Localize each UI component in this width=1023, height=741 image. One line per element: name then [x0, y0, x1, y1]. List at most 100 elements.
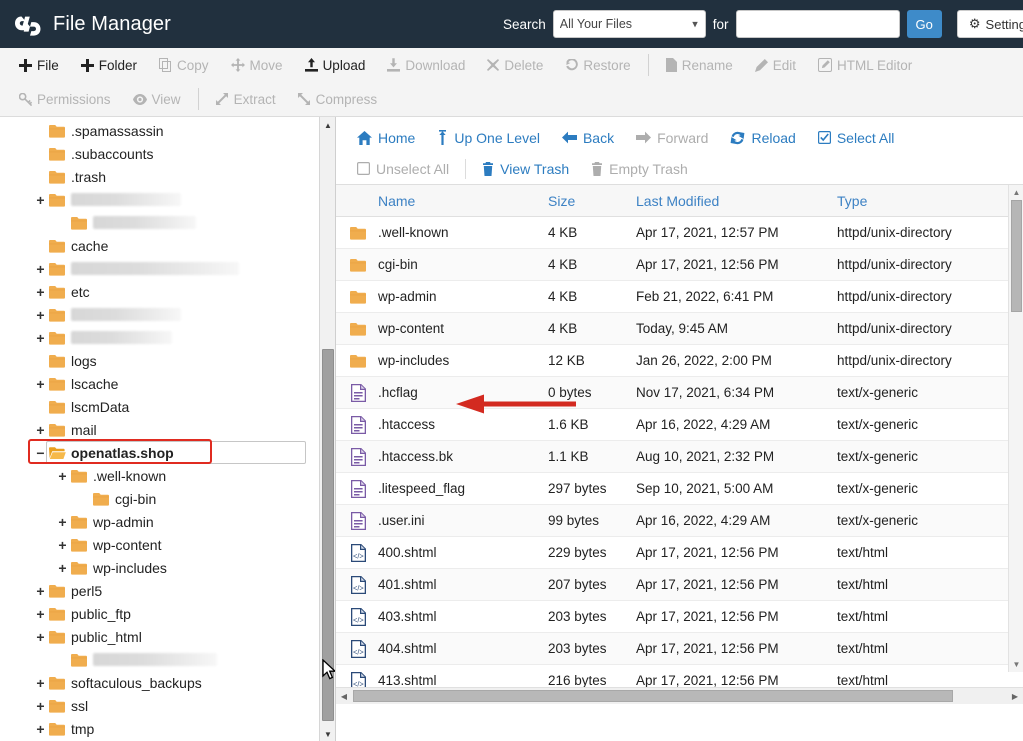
column-header-last-modified[interactable]: Last Modified — [636, 193, 837, 209]
file-name-label[interactable]: wp-content — [378, 321, 444, 336]
expand-plus-icon[interactable]: + — [34, 308, 47, 322]
file-name-label[interactable]: .hcflag — [378, 385, 418, 400]
nav-button-back[interactable]: Back — [551, 130, 625, 146]
scroll-left-icon[interactable]: ◀ — [336, 688, 352, 705]
file-name-label[interactable]: .htaccess.bk — [378, 449, 453, 464]
search-input[interactable] — [736, 10, 900, 38]
toolbar-button-upload[interactable]: Upload — [294, 52, 377, 78]
nav-button-select-all[interactable]: Select All — [807, 130, 906, 146]
tree-item-wp-admin[interactable]: +wp-admin — [0, 510, 319, 533]
expand-plus-icon[interactable]: + — [34, 699, 47, 713]
table-row[interactable]: .htaccess.bk1.1 KBAug 10, 2021, 2:32 PMt… — [336, 441, 1023, 473]
tree-item-mail[interactable]: +mail — [0, 418, 319, 441]
table-row[interactable]: </>400.shtml229 bytesApr 17, 2021, 12:56… — [336, 537, 1023, 569]
table-row[interactable]: </>403.shtml203 bytesApr 17, 2021, 12:56… — [336, 601, 1023, 633]
tree-item-etc[interactable]: +etc — [0, 280, 319, 303]
search-scope-select[interactable]: All Your Files — [553, 10, 706, 38]
expand-plus-icon[interactable]: + — [34, 607, 47, 621]
column-header-size[interactable]: Size — [548, 193, 636, 209]
table-row[interactable]: cgi-bin4 KBApr 17, 2021, 12:56 PMhttpd/u… — [336, 249, 1023, 281]
expand-plus-icon[interactable]: + — [34, 423, 47, 437]
toolbar-button-file[interactable]: File — [8, 52, 70, 78]
tree-item-redacted[interactable]: + — [0, 326, 319, 349]
table-row[interactable]: .hcflag0 bytesNov 17, 2021, 6:34 PMtext/… — [336, 377, 1023, 409]
sidebar-scrollbar[interactable]: ▲ ▼ — [319, 117, 335, 741]
expand-plus-icon[interactable]: + — [34, 377, 47, 391]
file-name-label[interactable]: .litespeed_flag — [378, 481, 465, 496]
table-row[interactable]: .litespeed_flag297 bytesSep 10, 2021, 5:… — [336, 473, 1023, 505]
file-name-label[interactable]: .user.ini — [378, 513, 425, 528]
table-row[interactable]: wp-admin4 KBFeb 21, 2022, 6:41 PMhttpd/u… — [336, 281, 1023, 313]
nav-button-reload[interactable]: Reload — [719, 130, 806, 146]
tree-item-tmp[interactable]: +tmp — [0, 717, 319, 740]
tree-item-openatlas.shop[interactable]: −openatlas.shop — [0, 441, 319, 464]
tree-item-redacted[interactable]: + — [0, 188, 319, 211]
scroll-down-icon[interactable]: ▼ — [320, 726, 336, 741]
expand-plus-icon[interactable]: + — [34, 331, 47, 345]
table-row[interactable]: </>401.shtml207 bytesApr 17, 2021, 12:56… — [336, 569, 1023, 601]
file-list-vertical-scrollbar[interactable]: ▲ ▼ — [1008, 185, 1023, 672]
file-name-label[interactable]: wp-admin — [378, 289, 437, 304]
file-name-label[interactable]: 404.shtml — [378, 641, 437, 656]
vertical-scroll-thumb[interactable] — [1011, 200, 1022, 312]
table-row[interactable]: .well-known4 KBApr 17, 2021, 12:57 PMhtt… — [336, 217, 1023, 249]
search-go-button[interactable]: Go — [907, 10, 942, 38]
scroll-down-icon[interactable]: ▼ — [1009, 657, 1023, 672]
tree-item-.trash[interactable]: .trash — [0, 165, 319, 188]
tree-item-redacted[interactable]: + — [0, 257, 319, 280]
tree-item-lscmData[interactable]: lscmData — [0, 395, 319, 418]
file-name-label[interactable]: wp-includes — [378, 353, 449, 368]
expand-plus-icon[interactable]: + — [34, 584, 47, 598]
tree-item-redacted[interactable] — [0, 648, 319, 671]
tree-item-.well-known[interactable]: +.well-known — [0, 464, 319, 487]
file-list-horizontal-scrollbar[interactable]: ◀ ▶ — [336, 687, 1023, 704]
scroll-up-icon[interactable]: ▲ — [1009, 185, 1023, 200]
file-name-label[interactable]: 413.shtml — [378, 673, 437, 688]
nav-button-up-one-level[interactable]: Up One Level — [426, 130, 551, 146]
collapse-minus-icon[interactable]: − — [34, 446, 47, 460]
table-row[interactable]: .htaccess1.6 KBApr 16, 2022, 4:29 AMtext… — [336, 409, 1023, 441]
horizontal-scroll-thumb[interactable] — [353, 690, 953, 702]
scroll-up-icon[interactable]: ▲ — [320, 117, 336, 134]
tree-item-logs[interactable]: logs — [0, 349, 319, 372]
column-header-type[interactable]: Type — [837, 193, 997, 209]
expand-plus-icon[interactable]: + — [56, 515, 69, 529]
expand-plus-icon[interactable]: + — [56, 469, 69, 483]
tree-item-wp-content[interactable]: +wp-content — [0, 533, 319, 556]
tree-item-perl5[interactable]: +perl5 — [0, 579, 319, 602]
file-name-label[interactable]: .well-known — [378, 225, 449, 240]
tree-item-public_html[interactable]: +public_html — [0, 625, 319, 648]
table-row[interactable]: wp-content4 KBToday, 9:45 AMhttpd/unix-d… — [336, 313, 1023, 345]
nav-button-home[interactable]: Home — [346, 130, 426, 146]
expand-plus-icon[interactable]: + — [34, 193, 47, 207]
file-name-label[interactable]: .htaccess — [378, 417, 435, 432]
file-name-label[interactable]: 401.shtml — [378, 577, 437, 592]
scroll-right-icon[interactable]: ▶ — [1007, 688, 1023, 705]
settings-button[interactable]: ⚙ Settings — [957, 10, 1023, 38]
file-name-label[interactable]: 400.shtml — [378, 545, 437, 560]
file-name-label[interactable]: cgi-bin — [378, 257, 418, 272]
table-row[interactable]: .user.ini99 bytesApr 16, 2022, 4:29 AMte… — [336, 505, 1023, 537]
tree-item-cache[interactable]: cache — [0, 234, 319, 257]
column-header-name[interactable]: Name — [336, 193, 548, 209]
tree-item-softaculous_backups[interactable]: +softaculous_backups — [0, 671, 319, 694]
tree-item-.subaccounts[interactable]: .subaccounts — [0, 142, 319, 165]
tree-item-redacted[interactable]: + — [0, 303, 319, 326]
expand-plus-icon[interactable]: + — [34, 285, 47, 299]
file-name-label[interactable]: 403.shtml — [378, 609, 437, 624]
tree-item-public_ftp[interactable]: +public_ftp — [0, 602, 319, 625]
tree-item-wp-includes[interactable]: +wp-includes — [0, 556, 319, 579]
expand-plus-icon[interactable]: + — [34, 630, 47, 644]
tree-item-cgi-bin[interactable]: cgi-bin — [0, 487, 319, 510]
expand-plus-icon[interactable]: + — [56, 561, 69, 575]
tree-item-.spamassassin[interactable]: .spamassassin — [0, 119, 319, 142]
expand-plus-icon[interactable]: + — [56, 538, 69, 552]
toolbar-button-folder[interactable]: Folder — [70, 52, 148, 78]
table-row[interactable]: </>404.shtml203 bytesApr 17, 2021, 12:56… — [336, 633, 1023, 665]
tree-item-ssl[interactable]: +ssl — [0, 694, 319, 717]
tree-item-redacted[interactable] — [0, 211, 319, 234]
tree-item-lscache[interactable]: +lscache — [0, 372, 319, 395]
expand-plus-icon[interactable]: + — [34, 676, 47, 690]
table-row[interactable]: wp-includes12 KBJan 26, 2022, 2:00 PMhtt… — [336, 345, 1023, 377]
nav-button-view-trash[interactable]: View Trash — [471, 161, 580, 177]
